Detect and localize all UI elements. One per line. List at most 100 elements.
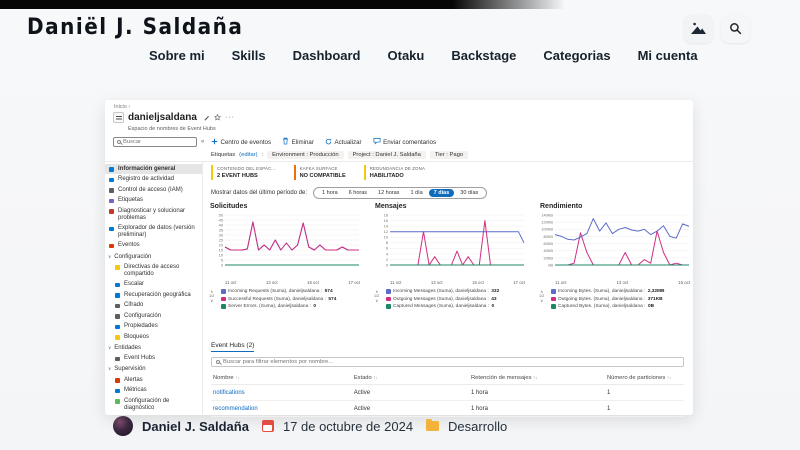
chart-plot[interactable]: 50454035302520151050 [208, 212, 363, 274]
period-option-7-días[interactable]: 7 días [429, 189, 455, 197]
summary-card-value: NO COMPATIBLE [300, 173, 346, 179]
sidebar-item-recuperación-geográfica[interactable]: Recuperación geográfica [105, 290, 202, 300]
toolbar-actualizar[interactable]: Actualizar [325, 138, 362, 147]
sidebar-section-configuración[interactable]: ∨Configuración [105, 251, 202, 262]
legend-item[interactable]: Captured Bytes. (Suma), danieljsaldana :… [551, 304, 693, 309]
tags-edit-link[interactable]: (editar) [239, 152, 257, 158]
toolbar-enviar-comentarios[interactable]: Enviar comentarios [373, 137, 436, 147]
column-header-estado[interactable]: Estado ↑↓ [354, 375, 471, 381]
period-option-6-horas[interactable]: 6 horas [344, 189, 372, 197]
tags-label: Etiquetas [211, 152, 235, 158]
period-option-12-horas[interactable]: 12 horas [373, 189, 404, 197]
toolbar-centro-de-eventos[interactable]: Centro de eventos [211, 138, 271, 147]
column-header-nombre[interactable]: Nombre ↑↓ [213, 375, 354, 381]
pencil-icon[interactable] [204, 115, 210, 121]
metrics-charts-row: Solicitudes5045403530252015105011 oct13 … [208, 203, 693, 309]
nav-item-sobre-mi[interactable]: Sobre mi [149, 48, 205, 63]
sidebar-item-diagnosticar-y-solucionar-problemas[interactable]: Diagnosticar y solucionar problemas [105, 206, 202, 223]
author-name[interactable]: Daniel J. Saldaña [142, 419, 249, 434]
sidebar-item-registro-de-actividad[interactable]: Registro de actividad [105, 174, 202, 184]
sidebar-item-cifrado[interactable]: Cifrado [105, 301, 202, 311]
site-logo[interactable]: Daniël J. Saldaña [27, 13, 243, 39]
legend-item[interactable]: Incoming Bytes. (Suma), danieljsaldana :… [551, 289, 693, 294]
more-options-icon[interactable]: ··· [225, 114, 235, 121]
nav-item-dashboard[interactable]: Dashboard [293, 48, 361, 63]
sidebar-item-label: Diagnosticar y solucionar problemas [118, 208, 200, 222]
sort-icon: ↑↓ [667, 375, 672, 380]
svg-text:40KB: 40KB [543, 248, 553, 253]
legend-item[interactable]: Captured Messages (Suma), danieljsaldana… [386, 304, 528, 309]
legend-pager[interactable]: ∧1/2∨ [209, 290, 214, 303]
sidebar-item-escalar[interactable]: Escalar [105, 280, 202, 290]
period-option-30-días[interactable]: 30 días [455, 189, 483, 197]
tag-pill[interactable]: Tier : Pago [430, 151, 468, 159]
resource-menu-search-input[interactable] [123, 139, 193, 145]
legend-item[interactable]: Server Errors. (Suma), danieljsaldana : … [221, 304, 363, 309]
sidebar-section-entidades[interactable]: ∨Entidades [105, 342, 202, 353]
legend-item[interactable]: Incoming Messages (Suma), danieljsaldana… [386, 289, 528, 294]
feedback-icon [373, 137, 381, 147]
sidebar-item-event-hubs[interactable]: Event Hubs [105, 353, 202, 363]
legend-label: Captured Bytes. (Suma), danieljsaldana : [558, 304, 645, 309]
sidebar-item-información-general[interactable]: Información general [105, 164, 202, 174]
nav-item-mi-cuenta[interactable]: Mi cuenta [638, 48, 698, 63]
collapse-menu-icon[interactable]: « [201, 139, 204, 145]
sidebar-item-etiquetas[interactable]: Etiquetas [105, 195, 202, 205]
sidebar-item-métricas[interactable]: Métricas [105, 385, 202, 395]
column-header-retención[interactable]: Retención de mensajes ↑↓ [471, 375, 607, 381]
mountain-button[interactable] [684, 14, 713, 43]
chart-plot[interactable]: 181614121086420 [373, 212, 528, 274]
legend-item[interactable]: Outgoing Messages (Suma), danieljsaldana… [386, 297, 528, 302]
sidebar-item-configuración-de-diagnóstico[interactable]: Configuración de diagnóstico [105, 396, 202, 413]
event-hubs-filter-input[interactable] [223, 359, 679, 365]
nav-item-backstage[interactable]: Backstage [451, 48, 516, 63]
legend-item[interactable]: Incoming Requests (Suma), danieljsaldana… [221, 289, 363, 294]
toolbar-eliminar[interactable]: Eliminar [282, 137, 314, 147]
activity-log-icon [109, 178, 114, 183]
favorite-star-icon[interactable] [214, 114, 221, 121]
post-meta: Daniel J. Saldaña 17 de octubre de 2024 … [113, 416, 507, 436]
legend-pager[interactable]: ∧1/2∨ [374, 290, 379, 303]
chart-plot[interactable]: 140KB120KB100KB80KB60KB40KB20KB0B [538, 212, 693, 274]
resource-menu-search[interactable] [113, 137, 197, 147]
event-hubs-filter[interactable] [211, 357, 684, 367]
event-hub-name-link[interactable]: notifications [213, 390, 354, 396]
tab-event-hubs[interactable]: Event Hubs (2) [211, 342, 254, 352]
tag-pill[interactable]: Project : Daniel J. Saldaña [348, 151, 426, 159]
sidebar-item-bloqueos[interactable]: Bloqueos [105, 332, 202, 342]
legend-pager[interactable]: ∧1/2∨ [539, 290, 544, 303]
period-option-1-hora[interactable]: 1 hora [317, 189, 343, 197]
sidebar-item-alertas[interactable]: Alertas [105, 375, 202, 385]
encryption-icon [115, 304, 120, 309]
breadcrumb[interactable]: Inicio › [114, 104, 130, 110]
period-option-1-día[interactable]: 1 día [405, 189, 427, 197]
sidebar-item-label: Recuperación geográfica [124, 292, 191, 299]
pager-down-icon[interactable]: ∨ [210, 299, 213, 303]
nav-item-otaku[interactable]: Otaku [388, 48, 425, 63]
pager-down-icon[interactable]: ∨ [540, 299, 543, 303]
author-avatar[interactable] [113, 416, 133, 436]
column-header-número[interactable]: Número de particiones ↑↓ [607, 375, 682, 381]
pager-down-icon[interactable]: ∨ [375, 299, 378, 303]
legend-item[interactable]: Outgoing Bytes. (Suma), danieljsaldana :… [551, 297, 693, 302]
tag-pill[interactable]: Environment : Producción [267, 151, 343, 159]
svg-text:0: 0 [386, 262, 389, 267]
legend-color-swatch [221, 297, 226, 302]
sidebar-item-control-de-acceso-iam[interactable]: Control de acceso (IAM) [105, 185, 202, 195]
sidebar-item-directivas-de-acceso-compartido[interactable]: Directivas de acceso compartido [105, 262, 202, 279]
legend-item[interactable]: Successful Requests (Suma), danieljsalda… [221, 297, 363, 302]
chart-legend: ∧1/2∨ Incoming Bytes. (Suma), danieljsald… [538, 289, 693, 309]
sidebar-item-eventos[interactable]: Eventos [105, 241, 202, 251]
metrics-icon [115, 389, 120, 394]
sidebar-item-explorador-de-datos-versión-preliminar[interactable]: Explorador de datos (versión preliminar) [105, 223, 202, 240]
post-category[interactable]: Desarrollo [448, 419, 507, 434]
search-button[interactable] [721, 14, 750, 43]
event-hub-name-link[interactable]: recommendation [213, 406, 354, 412]
nav-item-categorias[interactable]: Categorias [543, 48, 610, 63]
chart-title: Rendimiento [540, 203, 693, 210]
sidebar-item-configuración[interactable]: Configuración [105, 311, 202, 321]
sidebar-item-propiedades[interactable]: Propiedades [105, 321, 202, 331]
nav-item-skills[interactable]: Skills [232, 48, 266, 63]
sidebar-section-supervisión[interactable]: ∨Supervisión [105, 364, 202, 375]
legend-value: 371KB [648, 297, 663, 302]
